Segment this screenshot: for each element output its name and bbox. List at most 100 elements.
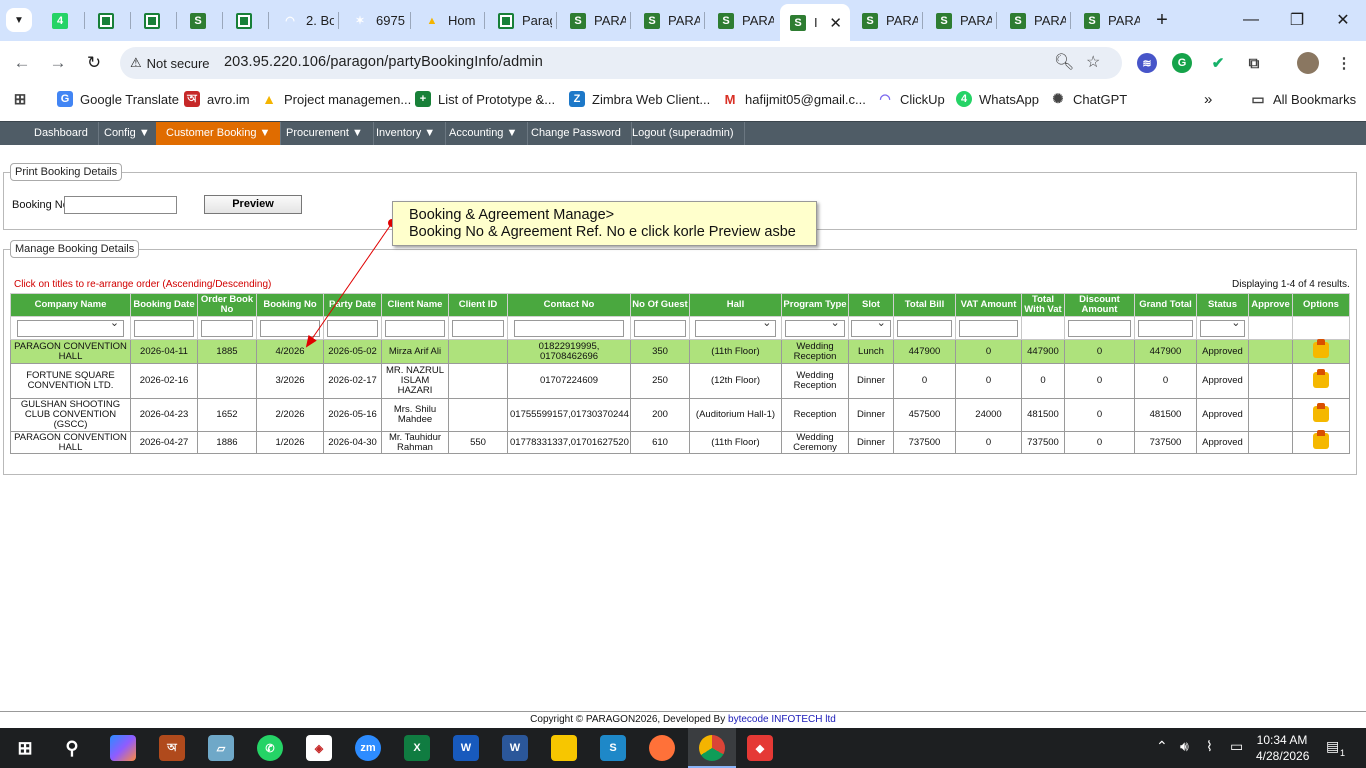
new-tab-button[interactable]: + [1150,8,1174,32]
party-date-filter[interactable] [326,319,379,337]
menu-config[interactable]: Config ▼ [94,122,161,145]
word-icon[interactable]: W [502,735,528,761]
table-row[interactable]: PARAGON CONVENTION HALL 2026-04-27 1886 … [10,430,1350,454]
menu-accounting[interactable]: Accounting ▼ [439,122,529,145]
bookmark-item[interactable]: ▲ Project managemen... [261,91,411,107]
chevron-up-icon[interactable]: ⌃ [1156,738,1168,755]
column-header[interactable]: Discount Amount [1064,293,1135,317]
column-header[interactable]: Booking Date [130,293,198,317]
battery-icon[interactable]: ▭ [1230,738,1243,755]
browser-tab[interactable] [226,6,266,35]
all-bookmarks-button[interactable]: ▭ All Bookmarks [1250,91,1356,107]
table-row[interactable]: PARAGON CONVENTION HALL 2026-04-11 1885 … [10,339,1350,364]
cell-booking-no[interactable]: 3/2026 [256,363,324,399]
menu-change-password[interactable]: Change Password [521,122,632,145]
edit-options-icon[interactable] [1313,430,1329,449]
column-header[interactable]: Booking No [256,293,324,317]
url-text[interactable]: 203.95.220.106/paragon/partyBookingInfo/… [224,54,543,70]
column-header[interactable]: Hall [689,293,782,317]
column-header[interactable]: No Of Guest [630,293,690,317]
app-icon[interactable]: ▱ [208,735,234,761]
bookmark-item[interactable]: 4 WhatsApp [956,91,1039,107]
guest-filter[interactable] [633,319,687,337]
cell-booking-no[interactable]: 2/2026 [256,398,324,432]
column-header[interactable]: Total Bill [893,293,956,317]
edit-options-icon[interactable] [1313,402,1329,422]
column-header[interactable]: Order Book No [197,293,257,317]
bookmark-item[interactable]: অ avro.im [184,91,250,107]
edit-options-icon[interactable] [1313,339,1329,358]
minimize-button[interactable]: — [1236,8,1266,32]
browser-tab[interactable]: ▲ Hom [414,6,480,35]
column-header[interactable]: Total With Vat [1021,293,1065,317]
windows-start-icon[interactable]: ⊞ [12,735,38,761]
column-header[interactable]: Approve [1248,293,1293,317]
close-icon[interactable]: ✕ [829,14,842,32]
menu-dashboard[interactable]: Dashboard [24,122,99,145]
bookmark-item[interactable]: + List of Prototype &... [415,91,555,107]
browser-tab[interactable] [134,6,174,35]
clock[interactable]: 10:34 AM 4/28/2026 [1256,732,1309,764]
reload-button[interactable]: ↻ [82,51,106,75]
grammarly-icon[interactable]: G [1172,53,1192,73]
grand-total-filter[interactable] [1138,319,1193,337]
order-book-filter[interactable] [200,319,254,337]
table-row[interactable]: GULSHAN SHOOTING CLUB CONVENTION (GSCC) … [10,398,1350,432]
cell-booking-no[interactable]: 4/2026 [256,339,324,364]
client-name-filter[interactable] [385,319,445,337]
browser-tab[interactable]: ✶ 6975 [342,6,406,35]
browser-tab[interactable]: S PARA [560,6,626,35]
menu-inventory[interactable]: Inventory ▼ [366,122,447,145]
whatsapp-icon[interactable]: ✆ [257,735,283,761]
vat-filter[interactable] [959,319,1018,337]
browser-tab[interactable]: S PARA [1000,6,1066,35]
star-icon[interactable]: ☆ [1086,52,1100,72]
avatar[interactable] [1297,52,1319,74]
apps-button[interactable]: ⊞ [12,91,35,108]
browser-tab[interactable]: 4 [42,6,82,35]
booking-date-filter[interactable] [134,319,194,337]
back-button[interactable]: ← [10,51,34,75]
company-filter-select[interactable] [16,318,125,337]
table-row[interactable]: FORTUNE SQUARE CONVENTION LTD. 2026-02-1… [10,363,1350,399]
zoom-icon[interactable]: 🔍︎ [1054,52,1074,72]
client-id-filter[interactable] [451,319,505,337]
close-window-button[interactable]: ✕ [1328,8,1358,32]
search-icon[interactable]: ⚲ [59,735,85,761]
bookmark-item[interactable]: Mhafijmit05@gmail.c... [722,91,866,107]
site-info-button[interactable]: ⚠ Not secure [130,55,210,71]
menu-logout[interactable]: Logout (superadmin) [622,122,745,145]
browser-tab[interactable] [88,6,128,35]
sticky-notes-icon[interactable] [551,735,577,761]
status-filter-select[interactable] [1199,318,1246,337]
column-header[interactable]: Program Type [781,293,849,317]
volume-icon[interactable]: 🔊︎ [1180,738,1189,755]
column-header[interactable]: VAT Amount [955,293,1022,317]
column-header[interactable]: Client ID [448,293,508,317]
booking-no-input[interactable] [64,196,177,214]
column-header[interactable]: Options [1292,293,1350,317]
column-header[interactable]: Grand Total [1134,293,1197,317]
bookmark-item[interactable]: G Google Translate [57,91,179,107]
edit-options-icon[interactable] [1313,368,1329,388]
discount-filter[interactable] [1068,319,1131,337]
puzzle-icon[interactable]: ⧉ [1244,53,1264,73]
developer-link[interactable]: bytecode INFOTECH ltd [728,714,836,725]
browser-tab[interactable]: S PARA [1074,6,1140,35]
preview-button[interactable]: Preview [204,195,302,214]
menu-procurement[interactable]: Procurement ▼ [276,122,374,145]
address-bar[interactable]: ⚠ Not secure 203.95.220.106/paragon/part… [120,47,1122,79]
browser-tab-active[interactable]: S I ✕ [780,4,850,41]
forward-button[interactable]: → [46,51,70,75]
program-type-filter-select[interactable] [785,318,845,337]
browser-tab[interactable]: S PARA [634,6,700,35]
browser-tab[interactable]: ◠ 2. Bo [272,6,334,35]
slot-filter-select[interactable] [851,318,891,337]
column-header[interactable]: Slot [848,293,894,317]
extension-icon[interactable]: ≋ [1137,53,1157,73]
cell-booking-no[interactable]: 1/2026 [256,431,324,454]
tab-search-button[interactable]: ▼ [6,8,32,32]
bookmark-item[interactable]: ◠ ClickUp [877,91,944,107]
bookmark-item[interactable]: ✺ ChatGPT [1050,91,1128,107]
browser-tab[interactable]: S [180,6,220,35]
